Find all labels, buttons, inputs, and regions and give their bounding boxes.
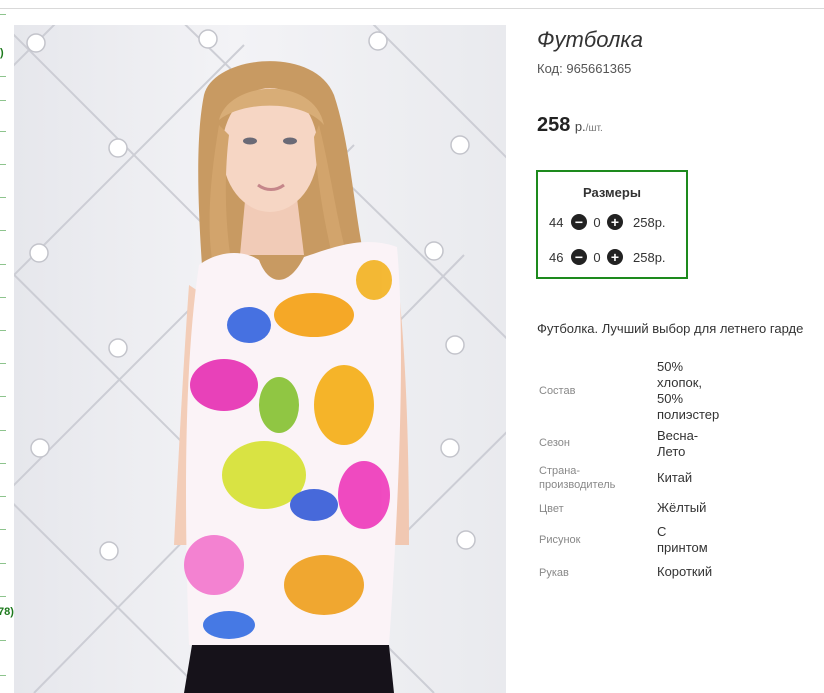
plus-circle-icon[interactable]: + (607, 249, 623, 265)
property-label: Рукав (539, 567, 569, 579)
list-marker (0, 675, 6, 676)
price-value: 258 (537, 114, 571, 136)
list-marker (0, 197, 6, 198)
size-price: 258р. (633, 249, 666, 265)
list-marker (0, 430, 6, 431)
list-marker (0, 76, 6, 77)
category-count-fragment[interactable]: 78) (0, 606, 14, 618)
minus-circle-icon[interactable]: − (571, 249, 587, 265)
property-label: Рисунок (539, 534, 581, 546)
property-label: Цвет (539, 503, 564, 515)
list-marker (0, 496, 6, 497)
property-value: Китай (657, 470, 693, 485)
plus-circle-icon[interactable]: + (607, 214, 623, 230)
category-count-fragment[interactable]: ) (0, 47, 4, 59)
list-marker (0, 596, 6, 597)
size-quantity[interactable]: 0 (587, 215, 607, 230)
property-value: С принтом (657, 524, 708, 555)
property-label: Состав (539, 385, 576, 397)
product-photo[interactable] (14, 25, 506, 693)
size-row: 44 − 0 + 258р. (549, 213, 666, 231)
property-value: Жёлтый (657, 500, 707, 515)
product-code: Код: 965661365 (537, 61, 631, 76)
price-unit: /шт. (585, 123, 603, 134)
product-code-label: Код: (537, 61, 563, 76)
size-row: 46 − 0 + 258р. (549, 248, 666, 266)
list-marker (0, 230, 6, 231)
list-marker (0, 264, 6, 265)
property-value: 50% хлопок, 50% полиэстер (657, 359, 720, 422)
size-label: 44 (549, 214, 564, 230)
list-marker (0, 396, 6, 397)
property-label: Сезон (539, 437, 570, 449)
sizes-panel: Размеры 44 − 0 + 258р. 46 − 0 + 258р. (536, 170, 688, 279)
price-currency: р. (574, 119, 586, 134)
list-marker (0, 640, 6, 641)
list-marker (0, 363, 6, 364)
list-marker (0, 131, 6, 132)
product-title: Футболка (537, 27, 643, 52)
left-category-column: ) 78) (0, 0, 14, 693)
product-price: 258 р./шт. (537, 114, 603, 137)
product-code-value: 965661365 (566, 61, 632, 76)
product-description: Футболка. Лучший выбор для летнего гарде (537, 321, 804, 336)
size-quantity[interactable]: 0 (587, 250, 607, 265)
top-divider (0, 8, 824, 9)
list-marker (0, 330, 6, 331)
size-price: 258р. (633, 214, 666, 230)
list-marker (0, 463, 6, 464)
list-marker (0, 164, 6, 165)
list-marker (0, 100, 6, 101)
sizes-title: Размеры (583, 185, 641, 200)
list-marker (0, 563, 6, 564)
property-value: Короткий (657, 564, 713, 579)
minus-circle-icon[interactable]: − (571, 214, 587, 230)
list-marker (0, 14, 6, 15)
property-label: Страна-производитель (539, 465, 616, 491)
size-label: 46 (549, 249, 564, 265)
product-photo-illustration (14, 25, 506, 693)
list-marker (0, 297, 6, 298)
property-value: Весна-Лето (657, 428, 699, 459)
list-marker (0, 529, 6, 530)
